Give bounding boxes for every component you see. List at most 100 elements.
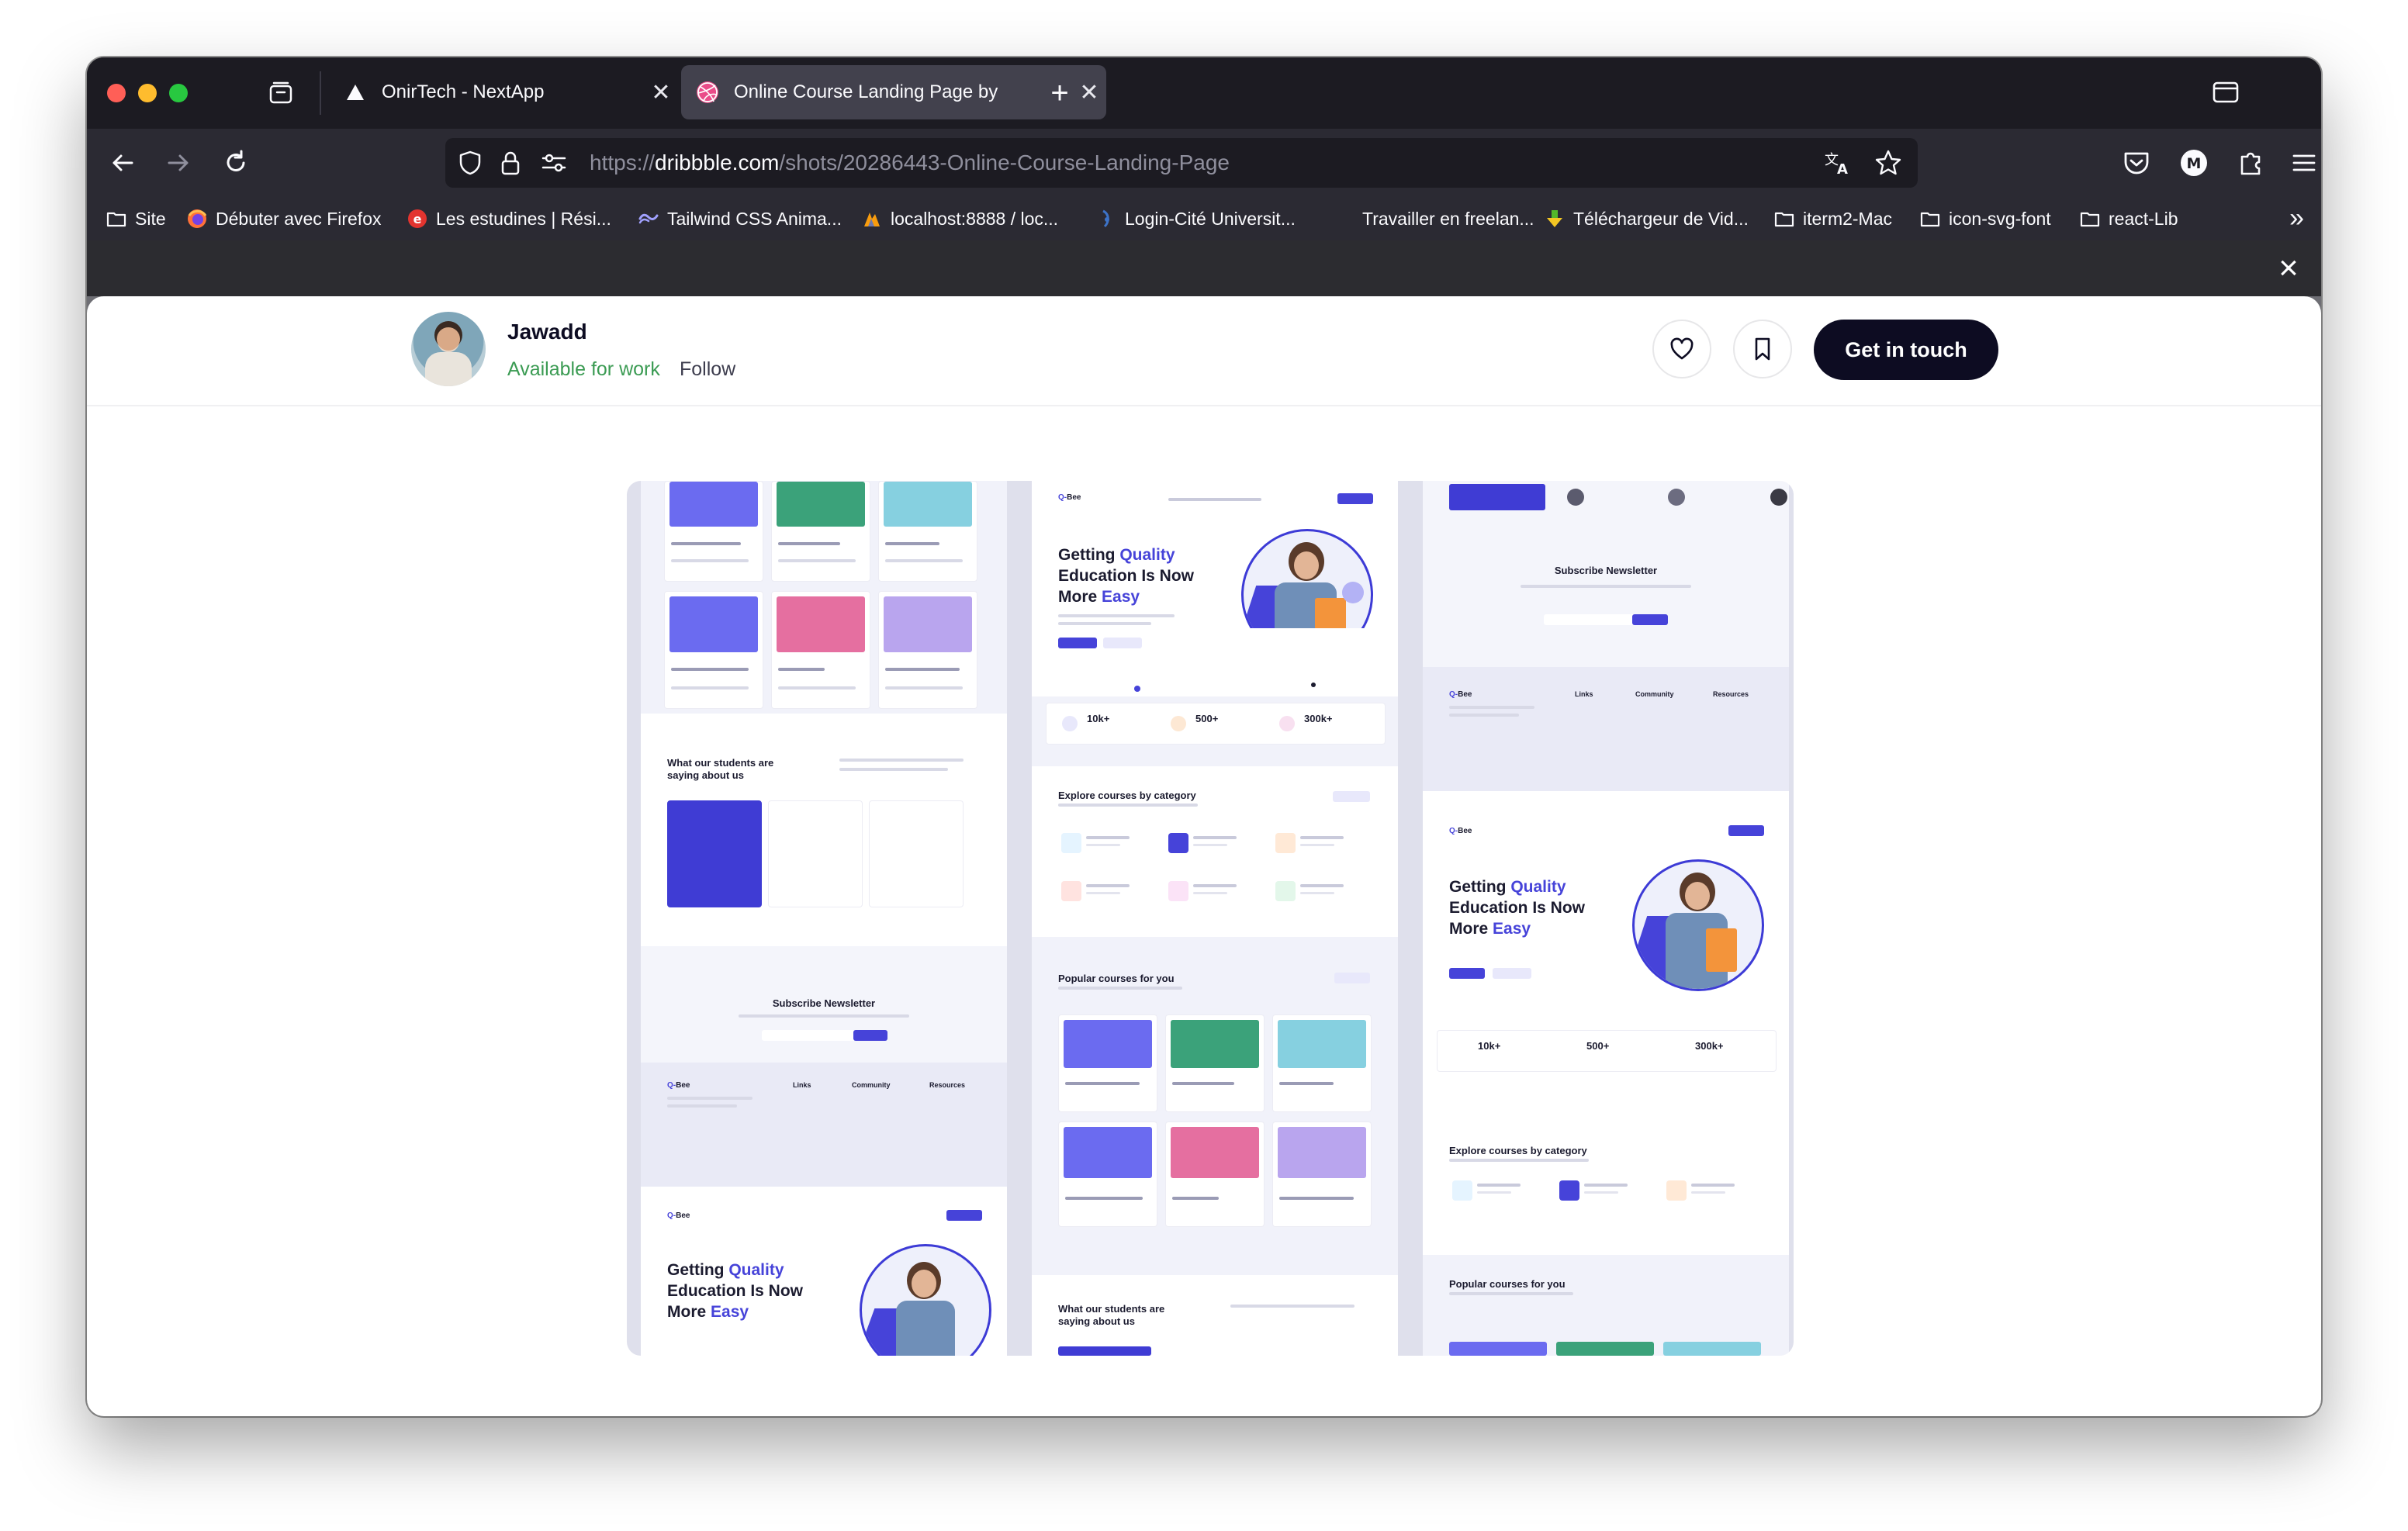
tracking-protection-shield-icon[interactable] (456, 149, 484, 177)
hamburger-menu-icon[interactable] (2287, 146, 2321, 180)
mockup-hero: Q-Bee Getting Quality Education Is Now M… (1032, 481, 1398, 661)
minimize-window-button[interactable] (138, 84, 157, 102)
course-card (1165, 1121, 1265, 1227)
footer-links-heading: Links (793, 1081, 811, 1089)
category-item (1165, 876, 1261, 907)
mockup-popular-courses: Popular courses for you (1423, 1255, 1789, 1356)
mockup-column-2: Q-Bee Getting Quality Education Is Now M… (1032, 481, 1398, 1356)
newsletter-heading: Subscribe Newsletter (1554, 565, 1658, 576)
course-card (878, 591, 977, 709)
bookmark-iterm2[interactable]: iterm2-Mac (1773, 206, 1892, 231)
bookmark-label: icon-svg-font (1949, 208, 2051, 229)
stat-value: 10k+ (1087, 713, 1110, 724)
author-name[interactable]: Jawadd (507, 320, 587, 344)
svg-text:M: M (2187, 155, 2202, 172)
bookmark-login-cite[interactable]: Login-Cité Universit... (1095, 206, 1296, 231)
more-bookmarks-chevron-icon[interactable]: » (2289, 205, 2304, 231)
address-bar[interactable]: https://dribbble.com/shots/20286443-Onli… (445, 138, 1918, 188)
bookmark-freelance[interactable]: Travailler en freelan... (1333, 206, 1534, 231)
availability-status[interactable]: Available for work (507, 358, 660, 381)
course-card (1058, 1121, 1157, 1227)
bookmark-localhost[interactable]: localhost:8888 / loc... (861, 206, 1058, 231)
zoom-window-button[interactable] (169, 84, 188, 102)
url-scheme: https:// (590, 150, 656, 175)
bookmark-label: iterm2-Mac (1803, 208, 1893, 229)
bookmark-label: Login-Cité Universit... (1125, 208, 1296, 229)
bookmark-label: Site (135, 208, 166, 229)
course-card (771, 481, 870, 582)
mockup-popular-courses: Popular courses for you (1032, 949, 1398, 1275)
new-tab-button[interactable]: + (1041, 74, 1078, 112)
close-window-button[interactable] (107, 84, 126, 102)
folder-icon (1774, 212, 1794, 227)
course-card (1272, 1121, 1372, 1227)
stat-value: 300k+ (1304, 713, 1333, 724)
testimonials-heading: What our students are (667, 757, 774, 769)
tab-strip: OnirTech - NextApp ✕ Online Course Landi… (87, 57, 2321, 129)
translate-icon[interactable]: 文 A (1823, 149, 1853, 177)
mockup-column-1: What our students are saying about us Sub… (641, 481, 1007, 1356)
like-button[interactable] (1652, 320, 1711, 378)
svg-text:A: A (1837, 161, 1848, 177)
bookmark-label: localhost:8888 / loc... (891, 208, 1059, 229)
mockup-hero-title: Getting Quality Education Is Now More Ea… (667, 1261, 804, 1321)
tab-close-icon[interactable]: ✕ (644, 79, 678, 106)
back-arrow-icon[interactable] (106, 146, 140, 180)
firefox-icon (188, 209, 207, 228)
bookmark-react-lib[interactable]: react-Lib (2079, 206, 2178, 231)
mockup-logo: Q-Bee (1058, 493, 1081, 502)
course-card (878, 481, 977, 582)
mockup-stats-bar: 10k+ 500+ 300k+ (1046, 703, 1386, 745)
stat-value: 500+ (1195, 713, 1219, 724)
bookmark-star-icon[interactable] (1874, 149, 1902, 177)
modal-backdrop[interactable]: × (87, 240, 2321, 296)
footer-resources-heading: Resources (929, 1081, 966, 1089)
bookmark-estudines[interactable]: e Les estudines | Rési... (407, 206, 611, 231)
page-permissions-icon[interactable] (540, 150, 568, 175)
mockup-hero-repeat: Q-Bee Getting Quality Education Is Now M… (641, 1197, 1007, 1356)
testimonial-card (869, 800, 964, 907)
bookmark-telechargeur[interactable]: Téléchargeur de Vid... (1544, 206, 1749, 231)
pocket-icon[interactable] (2119, 146, 2154, 180)
mockup-footer: Q-Bee Links Community Resources (641, 1063, 1007, 1187)
page-content: × Jawadd Available for work Follow Get i… (87, 240, 2321, 1416)
testimonials-heading-2: saying about us (667, 769, 744, 781)
tab-overview-icon[interactable] (267, 79, 295, 107)
phpmyadmin-icon (864, 213, 880, 226)
mockup-hero-repeat: Q-Bee Getting Quality Education Is Now M… (1423, 813, 1789, 1131)
bookmark-icon-svg-font[interactable]: icon-svg-font (1919, 206, 2051, 231)
bookmark-site[interactable]: Site (106, 206, 166, 231)
testimonial-card (768, 800, 863, 907)
bookmark-label: Travailler en freelan... (1362, 208, 1534, 229)
mockup-testimonials: What our students are saying about us (641, 714, 1007, 946)
tab-separator (320, 71, 321, 115)
bookmark-label: Tailwind CSS Anima... (667, 208, 842, 229)
tab-list-icon[interactable] (2213, 81, 2239, 104)
tailwind-icon (638, 213, 659, 224)
bookmark-label: react-Lib (2109, 208, 2178, 229)
account-avatar-icon[interactable]: M (2177, 146, 2211, 180)
save-collection-button[interactable] (1733, 320, 1792, 378)
estudines-icon: e (408, 209, 427, 228)
forward-arrow-icon[interactable] (161, 146, 195, 180)
blank-icon (1333, 208, 1354, 230)
close-icon[interactable]: × (2275, 251, 2302, 285)
category-item (1165, 828, 1261, 859)
bookmark-tailwind[interactable]: Tailwind CSS Anima... (638, 206, 842, 231)
extensions-puzzle-icon[interactable] (2234, 146, 2268, 180)
follow-button[interactable]: Follow (680, 358, 735, 381)
bookmark-label: Les estudines | Rési... (436, 208, 611, 229)
tab-onirtech[interactable]: OnirTech - NextApp ✕ (329, 65, 678, 119)
mockup-logo: Q-Bee (667, 1081, 690, 1090)
avatar[interactable] (411, 312, 486, 386)
mockup-hero-title: Getting Quality Education Is Now More Ea… (1449, 878, 1586, 938)
reload-icon[interactable] (219, 146, 253, 180)
get-in-touch-button[interactable]: Get in touch (1814, 320, 1998, 380)
mockup-stats-bar: 10k+ 500+ 300k+ (1437, 1030, 1777, 1072)
lock-icon[interactable] (498, 149, 523, 177)
shot-image[interactable]: What our students are saying about us Sub… (627, 481, 1794, 1356)
bookmark-debuter-firefox[interactable]: Débuter avec Firefox (186, 206, 381, 231)
url-text[interactable]: https://dribbble.com/shots/20286443-Onli… (590, 150, 1230, 175)
url-path: /shots/20286443-Online-Course-Landing-Pa… (779, 150, 1230, 175)
newsletter-heading: Subscribe Newsletter (772, 997, 876, 1009)
